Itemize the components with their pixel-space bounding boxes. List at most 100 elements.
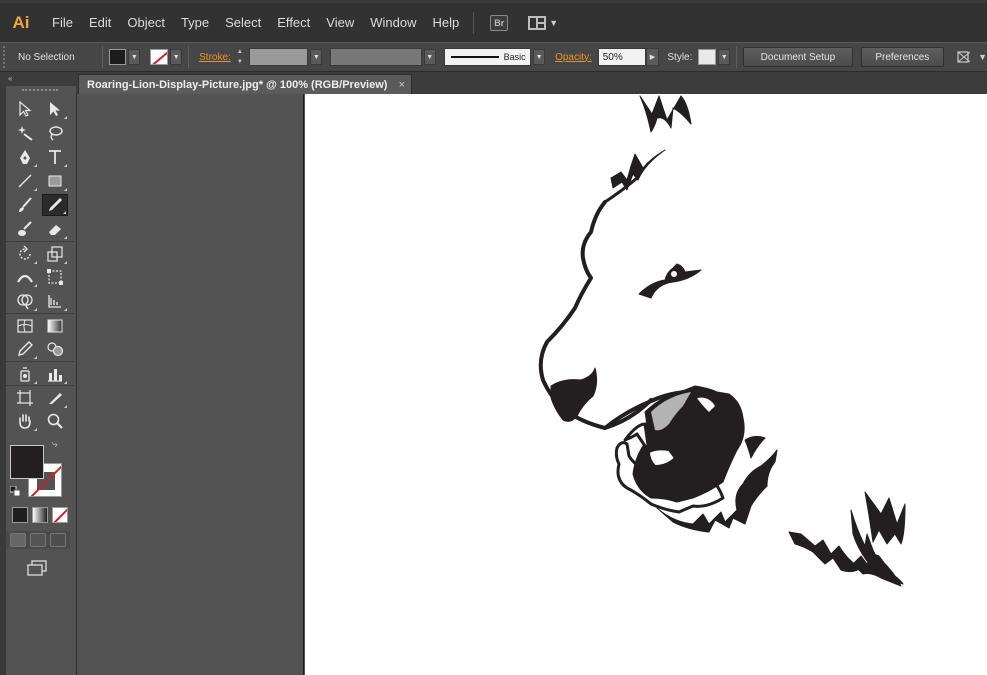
menu-separator <box>473 11 475 34</box>
paintbrush-tool-icon[interactable] <box>12 194 38 216</box>
screen-mode-icon[interactable] <box>26 559 48 577</box>
down-arrow-icon[interactable]: ▼ <box>237 58 247 66</box>
pencil-tool-icon[interactable] <box>42 194 68 216</box>
shape-builder-tool-icon[interactable] <box>12 290 38 312</box>
brush-definition-field[interactable]: Basic <box>443 48 532 66</box>
document-tab[interactable]: Roaring-Lion-Display-Picture.jpg* @ 100%… <box>78 74 412 94</box>
blend-tool-icon[interactable] <box>42 338 68 360</box>
arrange-documents-button[interactable]: ▼ <box>528 15 559 30</box>
perspective-grid-tool-icon[interactable] <box>42 290 68 312</box>
draw-inside-icon[interactable] <box>50 533 66 547</box>
swap-fill-stroke-icon[interactable]: ⤷ <box>52 439 58 450</box>
toolbox-grip[interactable] <box>22 89 58 97</box>
symbol-sprayer-tool-icon[interactable] <box>12 363 38 385</box>
lion-eye <box>638 263 702 299</box>
selection-status: No Selection <box>17 51 75 63</box>
line-segment-tool-icon[interactable] <box>12 170 38 192</box>
lion-nose <box>550 367 598 422</box>
eyedropper-tool-icon[interactable] <box>12 338 38 360</box>
stroke-weight-dropdown-arrow[interactable]: ▼ <box>310 49 323 65</box>
menu-help[interactable]: Help <box>424 8 467 38</box>
mane-tuft-top <box>639 95 692 133</box>
stroke-panel-link[interactable]: Stroke: <box>199 52 231 63</box>
chevron-down-icon: ▼ <box>549 17 559 28</box>
width-tool-icon[interactable] <box>12 266 38 288</box>
control-bar-grip[interactable] <box>3 46 9 68</box>
stroke-color-swatch[interactable] <box>150 49 169 65</box>
app-logo: Ai <box>12 12 30 32</box>
rectangle-tool-icon[interactable] <box>42 170 68 192</box>
fill-stroke-control: ⤷ <box>6 439 74 499</box>
mane-streak-3 <box>864 491 906 545</box>
selection-tool-icon[interactable] <box>12 98 38 120</box>
stroke-weight-field[interactable] <box>248 48 309 66</box>
color-mode-icon[interactable] <box>12 507 28 523</box>
opacity-dropdown-arrow[interactable]: ▶ <box>645 48 660 66</box>
style-label: Style: <box>667 51 693 63</box>
none-mode-icon[interactable] <box>52 507 68 523</box>
magic-wand-tool-icon[interactable] <box>12 122 38 144</box>
slice-tool-icon[interactable] <box>42 387 68 409</box>
menu-edit[interactable]: Edit <box>81 8 119 38</box>
hand-tool-icon[interactable] <box>12 410 38 432</box>
control-separator <box>736 46 738 68</box>
pen-tool-icon[interactable] <box>12 146 38 168</box>
mane-streak-1 <box>788 531 862 573</box>
draw-normal-icon[interactable] <box>10 533 26 547</box>
blob-brush-tool-icon[interactable] <box>12 218 38 240</box>
eraser-tool-icon[interactable] <box>42 218 68 240</box>
menu-select[interactable]: Select <box>217 8 269 38</box>
bridge-button[interactable]: Br <box>490 14 509 31</box>
variable-width-dropdown-arrow[interactable]: ▼ <box>423 49 436 65</box>
draw-behind-icon[interactable] <box>30 533 46 547</box>
opacity-field[interactable]: 50% <box>597 48 646 66</box>
fill-swatch[interactable] <box>10 445 44 479</box>
variable-width-profile-field[interactable] <box>330 48 422 66</box>
scale-tool-icon[interactable] <box>42 243 68 265</box>
lion-artwork <box>538 95 906 587</box>
fill-dropdown-arrow[interactable]: ▼ <box>128 49 141 65</box>
menu-view[interactable]: View <box>318 8 362 38</box>
eye-pupil <box>671 271 677 277</box>
preferences-button[interactable]: Preferences <box>860 47 945 67</box>
menu-type[interactable]: Type <box>173 8 217 38</box>
stroke-weight-stepper[interactable]: ▲ ▼ <box>237 48 247 66</box>
drawing-modes-row <box>6 531 70 549</box>
graphic-style-dropdown-arrow[interactable]: ▼ <box>718 49 731 65</box>
pasteboard[interactable] <box>76 94 304 675</box>
document-tab-title: Roaring-Lion-Display-Picture.jpg* @ 100%… <box>87 78 388 91</box>
direct-selection-tool-icon[interactable] <box>42 98 68 120</box>
menu-bar: Ai File Edit Object Type Select Effect V… <box>0 0 987 42</box>
type-tool-icon[interactable] <box>42 146 68 168</box>
opacity-panel-link[interactable]: Opacity: <box>555 52 592 63</box>
up-arrow-icon[interactable]: ▲ <box>237 48 247 56</box>
stroke-color-dropdown-arrow[interactable]: ▼ <box>170 49 183 65</box>
toolbox-collapse-button[interactable]: « <box>0 72 76 86</box>
column-graph-tool-icon[interactable] <box>42 363 68 385</box>
graphic-style-swatch[interactable] <box>698 49 717 65</box>
close-icon[interactable]: × <box>399 79 405 91</box>
artboard[interactable] <box>305 94 987 675</box>
rotate-tool-icon[interactable] <box>12 243 38 265</box>
control-separator <box>188 46 190 68</box>
color-mode-row <box>6 507 74 523</box>
gradient-mode-icon[interactable] <box>32 507 48 523</box>
menu-file[interactable]: File <box>44 8 81 38</box>
document-setup-button[interactable]: Document Setup <box>743 47 853 67</box>
free-transform-tool-icon[interactable] <box>42 266 68 288</box>
mesh-tool-icon[interactable] <box>12 315 38 337</box>
none-slash <box>53 508 67 522</box>
menu-window[interactable]: Window <box>362 8 424 38</box>
zoom-tool-icon[interactable] <box>42 410 68 432</box>
menu-effect[interactable]: Effect <box>269 8 318 38</box>
lasso-tool-icon[interactable] <box>42 122 68 144</box>
artboard-tool-icon[interactable] <box>12 387 38 409</box>
gradient-tool-icon[interactable] <box>42 315 68 337</box>
align-icon[interactable] <box>956 49 972 65</box>
control-menu-arrow-icon[interactable]: ▼ <box>978 52 987 62</box>
brush-definition-dropdown-arrow[interactable]: ▼ <box>533 49 546 65</box>
fill-color-swatch[interactable] <box>108 49 127 65</box>
toolbox: ⤷ <box>6 86 74 586</box>
menu-object[interactable]: Object <box>119 8 173 38</box>
default-fill-stroke-icon[interactable] <box>9 485 21 497</box>
